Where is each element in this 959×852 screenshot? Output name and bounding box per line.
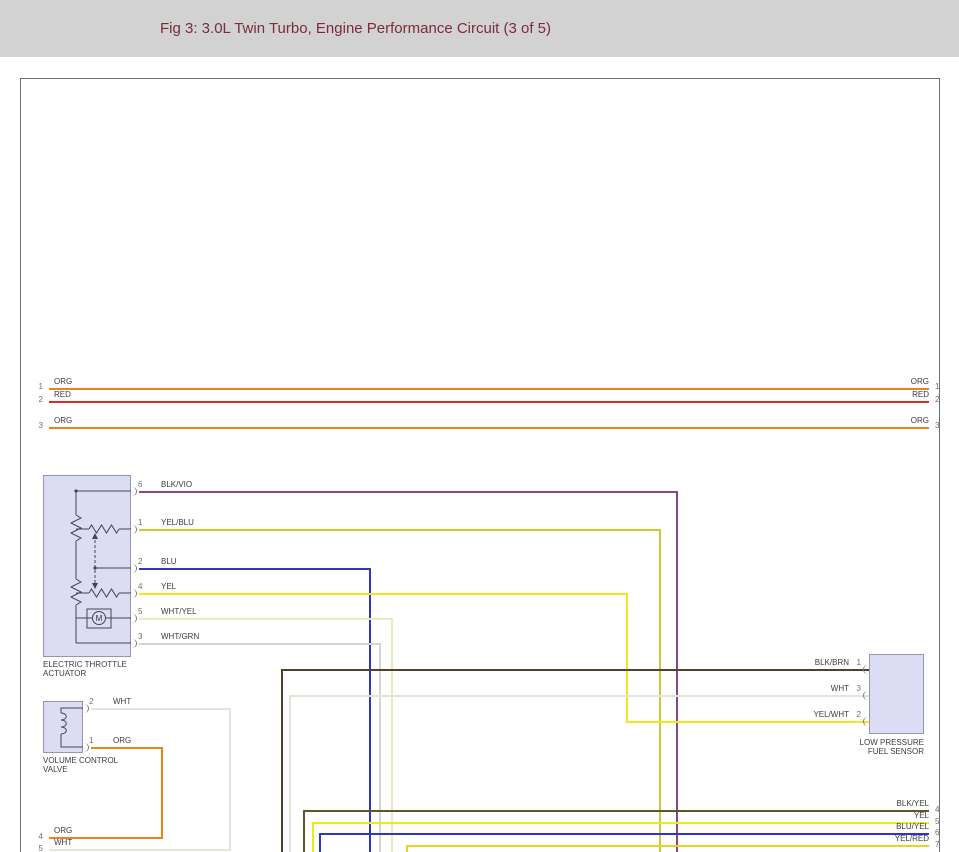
wire-label: BLU <box>161 557 177 566</box>
wire-label: BLU/YEL <box>827 822 929 831</box>
wire-wht-valve-v <box>229 708 231 851</box>
wire-label: RED <box>867 390 929 399</box>
wire-label: YEL/WHT <box>787 710 849 719</box>
figure-title: Fig 3: 3.0L Twin Turbo, Engine Performan… <box>160 0 551 57</box>
valve-coil-icon <box>43 701 83 753</box>
pin-number: 7 <box>935 840 939 849</box>
wire-label: WHT/GRN <box>161 632 199 641</box>
wire-wht-sensor-h <box>289 695 869 697</box>
pin-number: 4 <box>935 805 939 814</box>
wire-wht-grn-v <box>379 643 381 852</box>
wire-org-1 <box>49 388 929 390</box>
wire-yel-blu-h <box>139 529 659 531</box>
wire-label: YEL/RED <box>827 834 929 843</box>
wire-label: ORG <box>867 416 929 425</box>
wire-org-3 <box>49 427 929 429</box>
pin-number: 3 <box>138 632 142 641</box>
pin-number: 6 <box>138 480 142 489</box>
pin-arc <box>131 525 137 534</box>
pin-number: 3 <box>29 421 43 430</box>
pin-number: 2 <box>935 395 939 404</box>
wire-blk-yel-v <box>303 810 305 852</box>
wire-wht-sensor-v <box>289 695 291 852</box>
wire-wht-yel-v <box>391 618 393 852</box>
pin-arc <box>131 487 137 496</box>
wire-org-valve-h1 <box>91 747 161 749</box>
pin-number: 6 <box>935 828 939 837</box>
pin-number: 1 <box>935 382 939 391</box>
component-name: LOW PRESSURE <box>811 738 924 747</box>
wire-label: WHT <box>787 684 849 693</box>
wire-label: ORG <box>113 736 131 745</box>
wire-wht-valve-h1 <box>91 708 229 710</box>
wire-org-valve-v <box>161 747 163 839</box>
component-name: VALVE <box>43 765 68 774</box>
wire-label: YEL/BLU <box>161 518 194 527</box>
wire-blu-h <box>139 568 369 570</box>
pin-number: 5 <box>935 817 939 826</box>
wire-wht-yel-h <box>139 618 391 620</box>
wire-label: RED <box>54 390 71 399</box>
wire-yel-red-v <box>406 845 408 852</box>
wire-blu-yel-v <box>319 833 321 852</box>
pin-number: 2 <box>851 710 861 719</box>
wire-label: YEL <box>161 582 176 591</box>
low-pressure-fuel-sensor-box <box>869 654 924 734</box>
wire-wht-grn-h <box>139 643 379 645</box>
wire-label: BLK/BRN <box>787 658 849 667</box>
component-name: VOLUME CONTROL <box>43 756 118 765</box>
wire-label: YEL <box>827 811 929 820</box>
pin-number: 5 <box>29 844 43 852</box>
pin-arc <box>131 639 137 648</box>
wire-label: WHT <box>113 697 131 706</box>
pin-arc <box>863 717 869 726</box>
screenshot-stage: Fig 3: 3.0L Twin Turbo, Engine Performan… <box>0 0 959 852</box>
wire-red-2 <box>49 401 929 403</box>
wire-yel-red-h <box>406 845 929 847</box>
wire-blk-vio-h <box>139 491 676 493</box>
pin-number: 3 <box>935 421 939 430</box>
pin-number: 2 <box>29 395 43 404</box>
pin-number: 3 <box>851 684 861 693</box>
pin-number: 2 <box>89 697 93 706</box>
component-name: FUEL SENSOR <box>811 747 924 756</box>
title-bar: Fig 3: 3.0L Twin Turbo, Engine Performan… <box>0 0 959 57</box>
pin-arc <box>131 589 137 598</box>
wire-yel-h <box>139 593 626 595</box>
motor-icon: M <box>96 614 103 623</box>
pin-number: 1 <box>29 382 43 391</box>
wire-blk-brn-v <box>281 669 283 852</box>
wire-label: BLK/VIO <box>161 480 192 489</box>
wire-label: ORG <box>54 416 72 425</box>
wire-label: ORG <box>54 826 72 835</box>
pin-arc <box>131 564 137 573</box>
pin-arc <box>863 691 869 700</box>
throttle-actuator-internals-icon: M <box>43 475 131 657</box>
wire-blk-brn-h <box>281 669 869 671</box>
pin-number: 1 <box>89 736 93 745</box>
wire-label: ORG <box>54 377 72 386</box>
wire-yel-wht-h <box>626 721 869 723</box>
component-name: ACTUATOR <box>43 669 86 678</box>
pin-number: 2 <box>138 557 142 566</box>
component-name: ELECTRIC THROTTLE <box>43 660 127 669</box>
wire-label: ORG <box>867 377 929 386</box>
wiring-diagram-canvas: ORG ORG 1 1 RED RED 2 2 ORG ORG 3 3 <box>20 78 940 852</box>
wire-label: WHT/YEL <box>161 607 197 616</box>
wire-blk-vio-v <box>676 491 678 852</box>
wire-yel-v <box>626 593 628 723</box>
pin-number: 1 <box>138 518 142 527</box>
pin-number: 5 <box>138 607 142 616</box>
wire-yel-blu-v <box>659 529 661 852</box>
wire-label: WHT <box>54 838 72 847</box>
pin-number: 4 <box>29 832 43 841</box>
wire-label: BLK/YEL <box>827 799 929 808</box>
wire-wht-valve-h2 <box>49 849 231 851</box>
pin-arc <box>131 614 137 623</box>
pin-arc <box>863 665 869 674</box>
pin-number: 4 <box>138 582 142 591</box>
pin-number: 1 <box>851 658 861 667</box>
wire-yel-bottom-v <box>312 822 314 852</box>
